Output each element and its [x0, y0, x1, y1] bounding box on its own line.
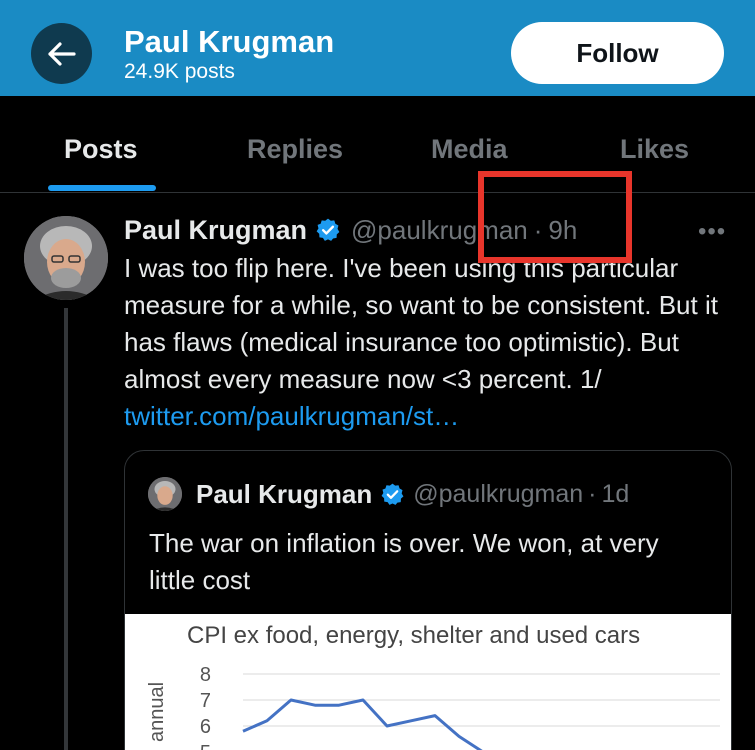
profile-title: Paul Krugman: [124, 24, 335, 59]
quoted-text: The war on inflation is over. We won, at…: [149, 528, 659, 595]
chart-y-tick-label: 6: [200, 716, 211, 738]
profile-header: Paul Krugman 24.9K posts Follow: [0, 0, 755, 96]
post-count: 24.9K posts: [124, 60, 235, 83]
quoted-time-separator: ·: [588, 480, 597, 508]
chart-y-tick-label: 5: [200, 742, 211, 750]
chart-y-tick-label: 7: [200, 690, 211, 712]
tab-posts[interactable]: Posts: [64, 134, 138, 165]
thread-line: [64, 308, 68, 750]
tab-replies[interactable]: Replies: [247, 134, 343, 165]
verified-badge-icon: [316, 218, 340, 241]
tab-media[interactable]: Media: [431, 134, 508, 165]
arrow-left-icon: [47, 41, 76, 66]
chart-y-axis-label: annual: [146, 682, 168, 742]
quoted-author-name: Paul Krugman: [196, 479, 373, 509]
tweet-author-name[interactable]: Paul Krugman: [124, 215, 307, 246]
tweet-link[interactable]: twitter.com/paulkrugman/st…: [124, 401, 459, 431]
follow-button[interactable]: Follow: [511, 22, 724, 84]
profile-tabs: Posts Replies Media Likes: [0, 96, 755, 193]
active-tab-indicator: [48, 185, 156, 191]
quoted-chart-image: CPI ex food, energy, shelter and used ca…: [125, 614, 731, 750]
back-button[interactable]: [31, 23, 92, 84]
quoted-time: 1d: [601, 480, 630, 508]
chart-series-line: [242, 698, 483, 750]
more-horizontal-icon[interactable]: •••: [698, 218, 726, 246]
annotation-highlight-box: [478, 171, 632, 263]
quoted-avatar: [148, 477, 182, 511]
tab-likes[interactable]: Likes: [620, 134, 689, 165]
tweet-body: I was too flip here. I've been using thi…: [124, 250, 734, 435]
quoted-tweet[interactable]: Paul Krugman @paulkrugman · 1d The war o…: [124, 450, 732, 750]
chart-plot: annual 8 7 6 5: [146, 664, 720, 750]
verified-badge-icon: [381, 483, 404, 505]
chart-y-tick-label: 8: [200, 664, 211, 686]
avatar-photo: [24, 216, 108, 300]
avatar[interactable]: [24, 216, 108, 300]
tweet-text: I was too flip here. I've been using thi…: [124, 253, 718, 394]
quoted-author-row: Paul Krugman @paulkrugman · 1d: [196, 479, 629, 510]
quoted-handle: @paulkrugman: [413, 480, 584, 508]
